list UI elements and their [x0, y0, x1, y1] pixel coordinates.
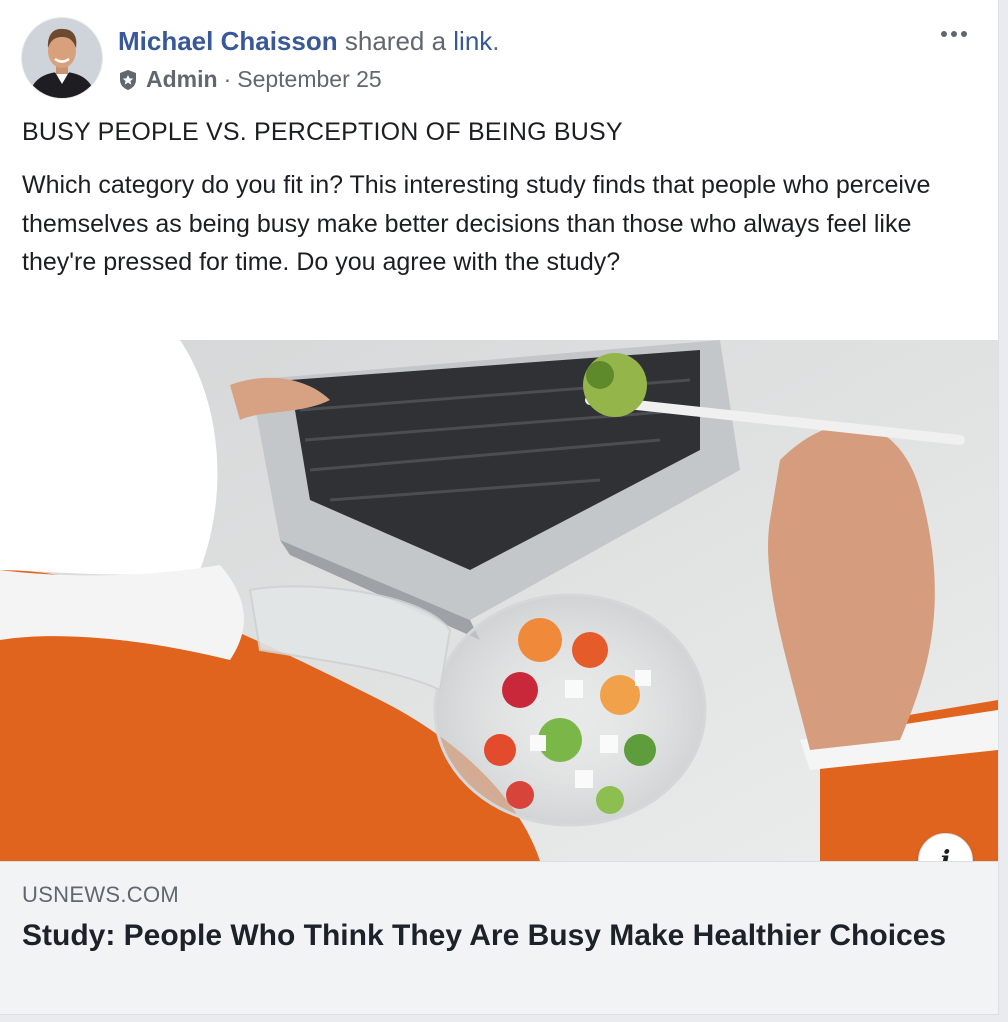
post-headline: BUSY PEOPLE VS. PERCEPTION OF BEING BUSY [22, 118, 623, 146]
admin-badge-label: Admin [146, 66, 218, 92]
post-card: Michael Chaisson shared a link. Admin · … [0, 0, 999, 1015]
link-title[interactable]: Study: People Who Think They Are Busy Ma… [22, 916, 958, 956]
post-date[interactable]: September 25 [237, 66, 381, 93]
shield-icon [118, 69, 138, 91]
link-preview-footer[interactable]: USNEWS.COM Study: People Who Think They … [0, 861, 998, 1014]
link-domain: USNEWS.COM [22, 882, 179, 907]
link-preview-image[interactable] [0, 340, 998, 861]
meta-separator: · [223, 66, 232, 92]
more-options-icon[interactable] [934, 20, 974, 48]
post-meta: Admin · September 25 [118, 66, 382, 93]
shared-link[interactable]: link [453, 26, 492, 56]
shared-text: shared a [344, 26, 447, 56]
action-suffix: . [492, 26, 500, 56]
post-header: Michael Chaisson shared a link. Admin · … [22, 18, 974, 100]
author-avatar[interactable] [22, 18, 102, 98]
post-title-line: Michael Chaisson shared a link. [118, 26, 500, 57]
post-body: Which category do you fit in? This inter… [22, 171, 931, 276]
author-name[interactable]: Michael Chaisson [118, 26, 338, 56]
